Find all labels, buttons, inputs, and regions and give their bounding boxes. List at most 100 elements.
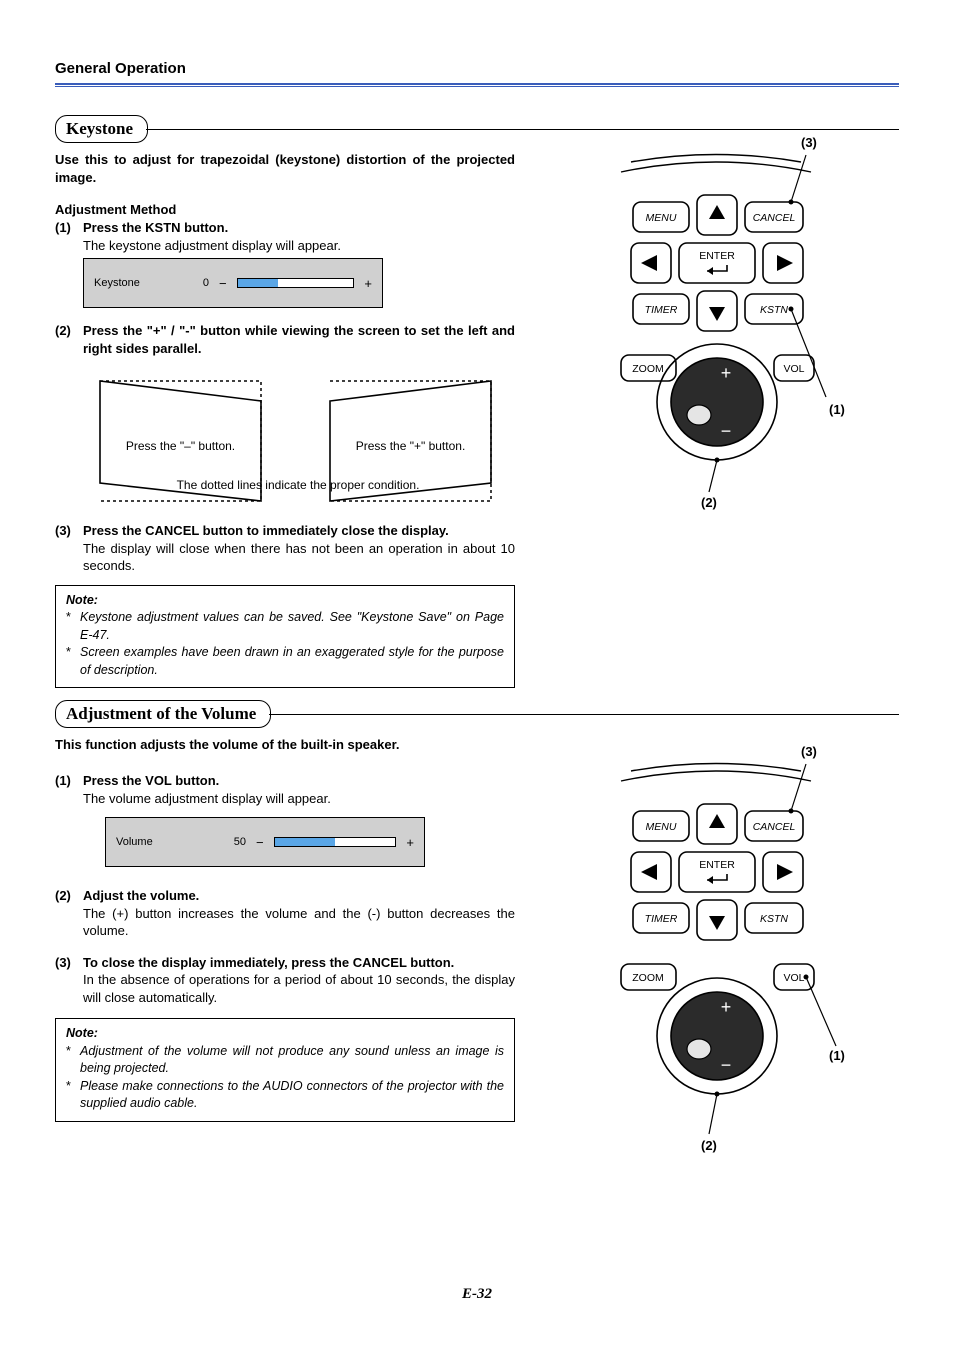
osd-label: Volume	[116, 836, 181, 848]
step3-bold: Press the CANCEL button to immediately c…	[83, 522, 515, 540]
volume-step1: (1) Press the VOL button. The volume adj…	[55, 772, 515, 807]
osd-volume-panel: Volume 50 − +	[105, 817, 425, 867]
menu-label: MENU	[646, 212, 677, 224]
step2-text: The (+) button increases the volume and …	[83, 905, 515, 940]
cancel-label: CANCEL	[753, 212, 796, 224]
step1-text: The keystone adjustment display will app…	[83, 237, 515, 255]
callout-3: (3)	[801, 135, 817, 150]
osd-bar	[237, 278, 355, 288]
section-rule	[146, 129, 899, 130]
step-number: (2)	[55, 322, 83, 357]
arrow-up-icon	[709, 205, 725, 219]
osd-keystone-panel: Keystone 0 − +	[83, 258, 383, 308]
svg-text:CANCEL: CANCEL	[753, 821, 796, 833]
volume-osd: Volume 50 − +	[105, 817, 515, 867]
osd-minus-icon: −	[219, 276, 227, 291]
volume-right: (3) (1) (2) MENU CANCEL ENTER	[533, 736, 899, 1161]
volume-step3: (3) To close the display immediately, pr…	[55, 954, 515, 1007]
volume-note-box: Note: *Adjustment of the volume will not…	[55, 1018, 515, 1122]
adjustment-method-heading: Adjustment Method	[55, 202, 515, 217]
step3-text: In the absence of operations for a perio…	[83, 971, 515, 1006]
svg-text:VOL: VOL	[783, 972, 804, 984]
osd-minus-icon: −	[256, 835, 264, 850]
arrow-right-icon	[777, 864, 793, 880]
keystone-step3: (3) Press the CANCEL button to immediate…	[55, 522, 515, 575]
arrow-down-icon	[709, 307, 725, 321]
step-number: (1)	[55, 772, 83, 807]
keystone-section-head: Keystone	[55, 115, 899, 143]
step1-text: The volume adjustment display will appea…	[83, 790, 515, 808]
osd-bar	[274, 837, 397, 847]
trapezoid-diagrams: Press the "–" button. Press the "+" butt…	[83, 371, 515, 525]
osd-plus-icon: +	[406, 835, 414, 850]
keystone-note-box: Note: *Keystone adjustment values can be…	[55, 585, 515, 689]
callout-1: (1)	[829, 1048, 845, 1063]
svg-text:+: +	[721, 997, 732, 1017]
keystone-step1: (1) Press the KSTN button. The keystone …	[55, 219, 515, 254]
section-rule	[269, 714, 899, 715]
kstn-label: KSTN	[760, 304, 788, 316]
callout-1: (1)	[829, 402, 845, 417]
timer-label: TIMER	[645, 304, 678, 316]
step2-bold: Press the "+" / "-" button while viewing…	[83, 322, 515, 357]
arrow-down-icon	[709, 916, 725, 930]
zoom-label: ZOOM	[632, 363, 664, 375]
volume-step2: (2) Adjust the volume. The (+) button in…	[55, 887, 515, 940]
volume-intro: This function adjusts the volume of the …	[55, 736, 515, 754]
svg-text:−: −	[721, 1055, 732, 1075]
remote-illustration-keystone: (3) (1) (2) MENU CANCEL	[591, 147, 841, 512]
trap-plus-diagram: Press the "+" button.	[313, 371, 508, 525]
callout-2: (2)	[701, 1138, 717, 1153]
step-number: (1)	[55, 219, 83, 254]
osd-value: 50	[191, 836, 246, 848]
arrow-left-icon	[641, 864, 657, 880]
svg-text:MENU: MENU	[646, 821, 677, 833]
svg-text:TIMER: TIMER	[645, 913, 678, 925]
page-number: E-32	[0, 1286, 954, 1303]
keystone-pill: Keystone	[55, 115, 148, 143]
osd-bar-fill	[238, 279, 279, 287]
keystone-left: Use this to adjust for trapezoidal (keys…	[55, 151, 515, 688]
keystone-right: (3) (1) (2) MENU CANCEL	[533, 151, 899, 688]
callout-2: (2)	[701, 495, 717, 510]
arrow-up-icon	[709, 814, 725, 828]
step1-bold: Press the VOL button.	[83, 772, 515, 790]
keystone-step2: (2) Press the "+" / "-" button while vie…	[55, 322, 515, 357]
keystone-intro: Use this to adjust for trapezoidal (keys…	[55, 151, 515, 186]
step-number: (3)	[55, 522, 83, 575]
keystone-content: Use this to adjust for trapezoidal (keys…	[55, 151, 899, 688]
note1: *Keystone adjustment values can be saved…	[66, 609, 504, 644]
remote-svg: MENU CANCEL ENTER TIMER	[591, 756, 851, 1156]
step3-bold: To close the display immediately, press …	[83, 954, 515, 972]
step3-text: The display will close when there has no…	[83, 540, 515, 575]
osd-label: Keystone	[94, 277, 159, 289]
step-number: (3)	[55, 954, 83, 1007]
volume-pill: Adjustment of the Volume	[55, 700, 271, 728]
svg-text:ENTER: ENTER	[699, 859, 735, 871]
remote-illustration-volume: (3) (1) (2) MENU CANCEL ENTER	[591, 756, 841, 1161]
header-divider	[55, 83, 899, 87]
svg-text:KSTN: KSTN	[760, 913, 788, 925]
note2: *Please make connections to the AUDIO co…	[66, 1078, 504, 1113]
remote-svg: MENU CANCEL ENTER	[591, 147, 841, 507]
callout-3: (3)	[801, 744, 817, 759]
arrow-right-icon	[777, 255, 793, 271]
volume-section-head: Adjustment of the Volume	[55, 700, 899, 728]
note-title: Note:	[66, 592, 504, 610]
osd-bar-fill	[275, 838, 335, 846]
step1-bold: Press the KSTN button.	[83, 219, 515, 237]
svg-text:ZOOM: ZOOM	[632, 972, 664, 984]
keystone-osd: Keystone 0 − +	[83, 258, 515, 308]
osd-value: 0	[169, 277, 209, 289]
page-header: General Operation	[55, 60, 899, 77]
enter-label: ENTER	[699, 250, 735, 262]
note-title: Note:	[66, 1025, 504, 1043]
step2-bold: Adjust the volume.	[83, 887, 515, 905]
vol-label: VOL	[783, 363, 804, 375]
note1: *Adjustment of the volume will not produ…	[66, 1043, 504, 1078]
svg-text:−: −	[721, 421, 732, 441]
volume-content: This function adjusts the volume of the …	[55, 736, 899, 1161]
note2: *Screen examples have been drawn in an e…	[66, 644, 504, 679]
osd-plus-icon: +	[364, 276, 372, 291]
volume-left: This function adjusts the volume of the …	[55, 736, 515, 1161]
